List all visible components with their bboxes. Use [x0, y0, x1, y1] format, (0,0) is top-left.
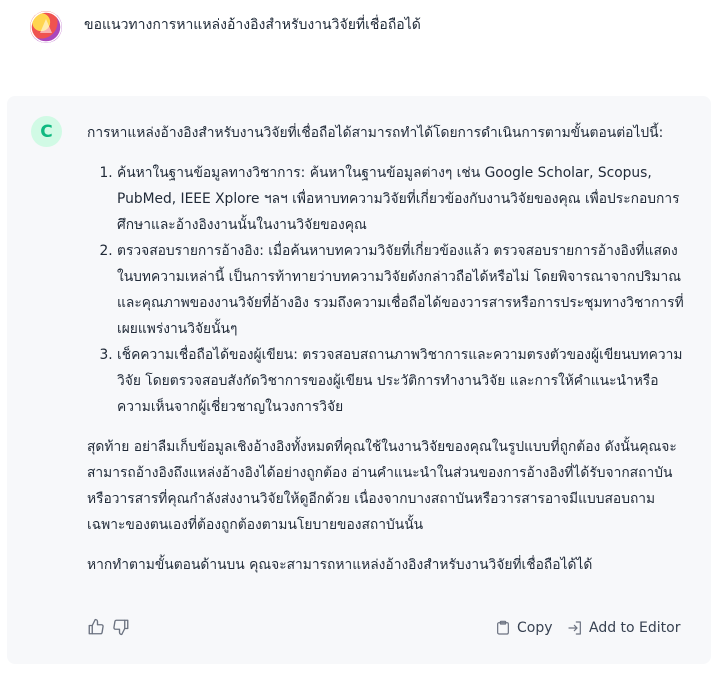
add-to-editor-label: Add to Editor	[589, 620, 681, 636]
user-avatar	[30, 11, 62, 43]
add-to-editor-icon	[568, 621, 581, 635]
list-item: ตรวจสอบรายการอ้างอิง: เมื่อค้นหาบทความวิ…	[117, 238, 687, 342]
copy-button[interactable]: Copy	[495, 616, 553, 640]
assistant-message-content: การหาแหล่งอ้างอิงสำหรับงานวิจัยที่เชื่อถ…	[87, 120, 687, 578]
answer-intro: การหาแหล่งอ้างอิงสำหรับงานวิจัยที่เชื่อถ…	[87, 125, 664, 141]
list-item: ค้นหาในฐานข้อมูลทางวิชาการ: ค้นหาในฐานข้…	[117, 160, 687, 238]
message-actions: Copy Add to Editor	[87, 616, 687, 640]
closing-paragraph: หากทำตามขั้นตอนด้านบน คุณจะสามารถหาแหล่ง…	[87, 557, 593, 573]
list-item: เช็คความเชื่อถือได้ของผู้เขียน: ตรวจสอบส…	[117, 342, 687, 420]
rocket-avatar-icon	[30, 11, 62, 43]
copy-label: Copy	[517, 620, 553, 636]
add-to-editor-button[interactable]: Add to Editor	[567, 616, 681, 640]
thumbs-up-icon[interactable]	[87, 618, 105, 636]
user-message-row: ขอแนวทางการหาแหล่งอ้างอิงสำหรับงานวิจัยท…	[0, 0, 715, 96]
final-paragraph: สุดท้าย อย่าลืมเก็บข้อมูลเชิงอ้างอิงทั้ง…	[87, 439, 677, 533]
user-message-text: ขอแนวทางการหาแหล่งอ้างอิงสำหรับงานวิจัยท…	[84, 17, 421, 33]
thumbs-down-icon[interactable]	[112, 618, 130, 636]
assistant-answer-card: C การหาแหล่งอ้างอิงสำหรับงานวิจัยที่เชื่…	[7, 96, 711, 664]
clipboard-icon	[497, 620, 509, 635]
steps-list: ค้นหาในฐานข้อมูลทางวิชาการ: ค้นหาในฐานข้…	[87, 160, 687, 420]
assistant-avatar: C	[31, 116, 62, 147]
